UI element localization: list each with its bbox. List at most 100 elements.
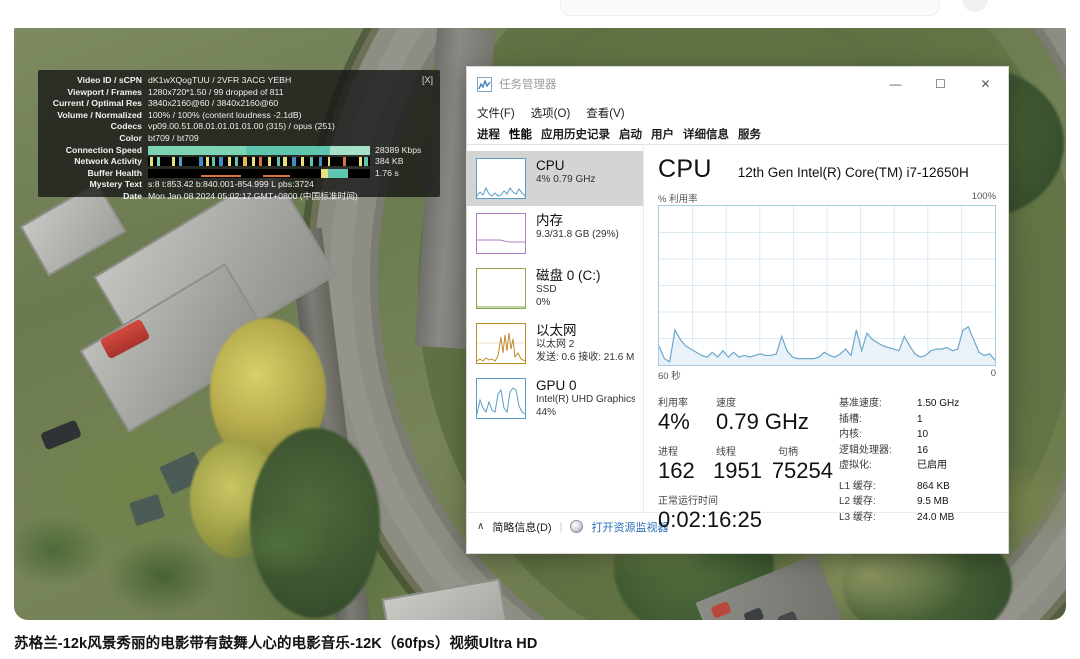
nerd-label: Buffer Health bbox=[87, 167, 142, 178]
tab-users[interactable]: 用户 bbox=[651, 126, 674, 144]
sidebar-item-ethernet[interactable]: 以太网 以太网 2 发送: 0.6 接收: 21.6 M bbox=[467, 316, 643, 371]
buffer-health-bar bbox=[148, 169, 370, 179]
window-controls: — ☐ ✕ bbox=[873, 67, 1008, 101]
sidebar-item-sub2: 44% bbox=[536, 406, 557, 418]
nerd-label: Volume / Normalized bbox=[57, 109, 142, 120]
cpu-metrics: 利用率 速度 4% 0.79 GHz 进程 线程 句柄 162 1951 752… bbox=[658, 394, 833, 541]
nerd-bar-row: Network Activity 384 KB bbox=[40, 156, 432, 168]
tab-processes[interactable]: 进程 bbox=[477, 126, 500, 144]
cpu-detail-pane: CPU 12th Gen Intel(R) Core(TM) i7-12650H… bbox=[644, 145, 1008, 532]
close-icon[interactable]: [X] bbox=[422, 75, 433, 87]
task-manager-window[interactable]: 任务管理器 — ☐ ✕ 文件(F) 选项(O) 查看(V) 进程 性能 应用历史… bbox=[466, 66, 1009, 554]
sidebar-item-sub: 4% 0.79 GHz bbox=[536, 174, 596, 185]
tab-services[interactable]: 服务 bbox=[738, 126, 761, 144]
nerd-row: Video ID / sCPN dK1wXQogTUU / 2VFR 3ACG … bbox=[40, 75, 432, 87]
sidebar-item-memory[interactable]: 内存 9.3/31.8 GB (29%) bbox=[467, 206, 643, 261]
spec-key: L2 缓存: bbox=[839, 496, 876, 507]
minimize-button[interactable]: — bbox=[873, 67, 918, 101]
close-button[interactable]: ✕ bbox=[963, 67, 1008, 101]
nerd-value: 28389 Kbps bbox=[375, 144, 422, 155]
connection-speed-bar bbox=[148, 145, 370, 155]
nerd-label: Color bbox=[119, 132, 142, 143]
cpu-stats-grid: 利用率 速度 4% 0.79 GHz 进程 线程 句柄 162 1951 752… bbox=[658, 394, 996, 541]
nerd-value: 100% / 100% (content loudness -2.1dB) bbox=[148, 109, 302, 120]
fewer-details-button[interactable]: 简略信息(D) bbox=[492, 519, 551, 535]
metric-row-3: 正常运行时间 0:02:16:25 bbox=[658, 492, 833, 532]
y-axis-label: % 利用率 bbox=[658, 194, 698, 205]
nerd-value: vp09.00.51.08.01.01.01.01.00 (315) / opu… bbox=[148, 121, 335, 132]
metric-label-processes: 进程 bbox=[658, 447, 678, 458]
title-bar[interactable]: 任务管理器 — ☐ ✕ bbox=[467, 67, 1008, 101]
nerd-row: Codecs vp09.00.51.08.01.01.01.01.00 (315… bbox=[40, 121, 432, 133]
sidebar-item-sub: 9.3/31.8 GB (29%) bbox=[536, 229, 619, 240]
sidebar-item-disk[interactable]: 磁盘 0 (C:) SSD 0% bbox=[467, 261, 643, 316]
spec-row: L1 缓存: 864 KB bbox=[839, 479, 996, 495]
cpu-utilization-chart bbox=[658, 205, 996, 366]
nerd-value: 1.76 s bbox=[375, 167, 399, 178]
metric-label-speed: 速度 bbox=[716, 398, 736, 409]
page-caption: 苏格兰-12k风景秀丽的电影带有鼓舞人心的电影音乐-12K（60fps）视频Ul… bbox=[14, 636, 538, 652]
browser-search-bar[interactable] bbox=[560, 0, 940, 16]
nerd-row: Date Mon Jan 08 2024 05:02:17 GMT+0800 (… bbox=[40, 191, 432, 203]
disk-sparkline bbox=[476, 268, 526, 309]
nerd-label: Video ID / sCPN bbox=[76, 75, 142, 85]
menu-file[interactable]: 文件(F) bbox=[477, 105, 515, 121]
nerd-row: Viewport / Frames 1280x720*1.50 / 99 dro… bbox=[40, 87, 432, 99]
sidebar-item-sub: 以太网 2 bbox=[536, 339, 575, 350]
x-axis-right: 0 bbox=[990, 368, 996, 379]
spec-row: 基准速度: 1.50 GHz bbox=[839, 396, 996, 412]
maximize-button[interactable]: ☐ bbox=[918, 67, 963, 101]
tab-startup[interactable]: 启动 bbox=[619, 126, 642, 144]
nerd-row: Volume / Normalized 100% / 100% (content… bbox=[40, 110, 432, 122]
tab-performance[interactable]: 性能 bbox=[509, 126, 532, 144]
metric-label-utilization: 利用率 bbox=[658, 398, 688, 409]
cpu-sparkline bbox=[476, 158, 526, 199]
metric-value-processes: 162 bbox=[658, 458, 695, 483]
spec-key: 内核: bbox=[839, 429, 862, 440]
menu-options[interactable]: 选项(O) bbox=[531, 105, 571, 121]
cpu-model: 12th Gen Intel(R) Core(TM) i7-12650H bbox=[737, 165, 969, 180]
open-resource-monitor-link[interactable]: 打开资源监视器 bbox=[591, 519, 668, 535]
chevron-up-icon[interactable]: ∧ bbox=[477, 521, 484, 532]
spec-value: 16 bbox=[917, 444, 929, 456]
nerd-label: Date bbox=[123, 190, 142, 201]
nerd-row: Color bt709 / bt709 bbox=[40, 133, 432, 145]
menu-view[interactable]: 查看(V) bbox=[586, 105, 624, 121]
nerd-bar-row: Buffer Health 1.76 s bbox=[40, 168, 432, 180]
tab-details[interactable]: 详细信息 bbox=[683, 126, 729, 144]
spec-row: 插槽: 1 bbox=[839, 412, 996, 428]
cpu-specs: 基准速度: 1.50 GHz 插槽: 1 内核: 10 逻辑处理器: 16 虚拟化: 已启… bbox=[833, 394, 996, 541]
window-title: 任务管理器 bbox=[499, 79, 557, 91]
sidebar-item-label: CPU bbox=[536, 158, 565, 173]
graph-top-axis: % 利用率 100% bbox=[658, 191, 996, 205]
metric-row-1: 利用率 速度 4% 0.79 GHz bbox=[658, 394, 833, 434]
status-divider: | bbox=[559, 520, 563, 533]
metric-value-handles: 75254 bbox=[771, 458, 833, 483]
x-axis-left: 60 秒 bbox=[658, 371, 681, 382]
spec-row: 逻辑处理器: 16 bbox=[839, 443, 996, 459]
metric-value-utilization: 4% bbox=[658, 409, 690, 434]
performance-body: CPU 4% 0.79 GHz 内存 9.3/31.8 GB (29%) 磁盘 … bbox=[467, 145, 1008, 532]
metric-row-2: 进程 线程 句柄 162 1951 75254 bbox=[658, 443, 833, 483]
spec-key: 基准速度: bbox=[839, 398, 882, 409]
memory-sparkline bbox=[476, 213, 526, 254]
sidebar-item-cpu[interactable]: CPU 4% 0.79 GHz bbox=[467, 151, 643, 206]
spec-key: 虚拟化: bbox=[839, 460, 872, 471]
sidebar-item-label: GPU 0 bbox=[536, 378, 577, 393]
browser-avatar[interactable] bbox=[962, 0, 988, 12]
spec-row: 内核: 10 bbox=[839, 427, 996, 443]
sidebar-item-label: 以太网 bbox=[536, 323, 577, 338]
spec-value: 已启用 bbox=[917, 460, 947, 471]
sidebar-item-gpu[interactable]: GPU 0 Intel(R) UHD Graphics 44% bbox=[467, 371, 643, 426]
stats-for-nerds-panel: [X] Video ID / sCPN dK1wXQogTUU / 2VFR 3… bbox=[38, 70, 440, 201]
metric-label-uptime: 正常运行时间 bbox=[658, 496, 718, 507]
spec-row: L3 缓存: 24.0 MB bbox=[839, 510, 996, 526]
sidebar-item-sub2: 发送: 0.6 接收: 21.6 M bbox=[536, 351, 635, 363]
resource-monitor-icon bbox=[570, 520, 584, 533]
tab-app-history[interactable]: 应用历史记录 bbox=[541, 126, 610, 144]
sidebar-item-label: 磁盘 0 (C:) bbox=[536, 268, 601, 283]
nerd-label: Codecs bbox=[110, 121, 142, 132]
cpu-header: CPU 12th Gen Intel(R) Core(TM) i7-12650H bbox=[658, 155, 996, 184]
nerd-value: dK1wXQogTUU / 2VFR 3ACG YEBH bbox=[148, 75, 292, 85]
spec-value: 864 KB bbox=[917, 480, 950, 492]
